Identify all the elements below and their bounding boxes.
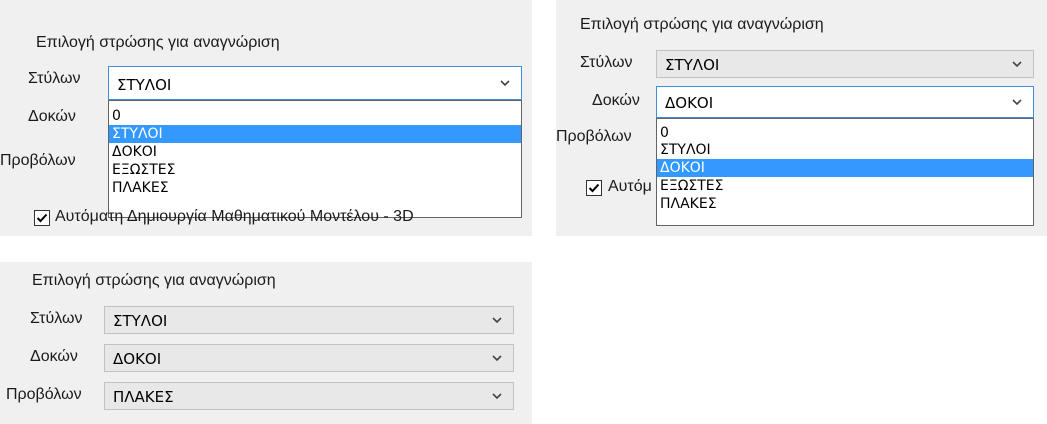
auto-model-label: Αυτόμ bbox=[608, 178, 652, 195]
chevron-down-icon[interactable] bbox=[1011, 58, 1023, 70]
auto-model-label: Αυτόματη Δημιουργία Μαθηματικού Μοντέλου… bbox=[55, 208, 414, 225]
label-columns: Στύλων bbox=[28, 70, 81, 87]
dropdown-option[interactable]: ΔΟΚΟΙ bbox=[109, 143, 521, 161]
dropdown-option-selected[interactable]: ΔΟΚΟΙ bbox=[657, 159, 1033, 177]
columns-layer-value: ΣΤΥΛΟΙ bbox=[113, 312, 168, 330]
layer-dropdown-list[interactable]: 0 ΣΤΥΛΟΙ ΔΟΚΟΙ ΕΞΩΣΤΕΣ ΠΛΑΚΕΣ bbox=[656, 118, 1034, 226]
cantilevers-layer-value: ΠΛΑΚΕΣ bbox=[113, 388, 174, 406]
dropdown-option[interactable]: ΠΛΑΚΕΣ bbox=[657, 195, 1033, 213]
chevron-down-icon[interactable] bbox=[1011, 96, 1023, 108]
layer-selection-panel-2: Επιλογή στρώσης για αναγνώριση Στύλων ΣΤ… bbox=[556, 0, 1047, 236]
label-cantilevers: Προβόλων bbox=[556, 128, 632, 145]
beams-layer-select[interactable]: ΔΟΚΟΙ bbox=[104, 344, 514, 372]
label-columns: Στύλων bbox=[30, 310, 83, 327]
dropdown-option[interactable]: 0 bbox=[109, 107, 521, 125]
panel-title: Επιλογή στρώσης για αναγνώριση bbox=[36, 34, 280, 51]
label-beams: Δοκών bbox=[592, 92, 640, 109]
chevron-down-icon[interactable] bbox=[491, 352, 503, 364]
panel-title: Επιλογή στρώσης για αναγνώριση bbox=[580, 16, 824, 33]
beams-layer-value: ΔΟΚΟΙ bbox=[113, 350, 162, 368]
layer-selection-panel-3: Επιλογή στρώσης για αναγνώριση Στύλων ΣΤ… bbox=[0, 262, 532, 424]
checkmark-icon bbox=[588, 183, 600, 193]
dropdown-option[interactable]: ΣΤΥΛΟΙ bbox=[657, 141, 1033, 159]
label-beams: Δοκών bbox=[30, 348, 78, 365]
layer-dropdown-list[interactable]: 0 ΣΤΥΛΟΙ ΔΟΚΟΙ ΕΞΩΣΤΕΣ ΠΛΑΚΕΣ bbox=[108, 100, 522, 218]
label-cantilevers: Προβόλων bbox=[6, 386, 82, 403]
auto-model-checkbox[interactable] bbox=[34, 210, 50, 226]
chevron-down-icon[interactable] bbox=[491, 390, 503, 402]
columns-layer-select[interactable]: ΣΤΥΛΟΙ bbox=[656, 50, 1034, 78]
dropdown-option[interactable]: 0 bbox=[657, 125, 1033, 141]
columns-layer-select[interactable]: ΣΤΥΛΟΙ bbox=[108, 66, 522, 100]
dropdown-option[interactable]: ΕΞΩΣΤΕΣ bbox=[657, 177, 1033, 195]
dropdown-option[interactable]: ΠΛΑΚΕΣ bbox=[109, 179, 521, 197]
panel-title: Επιλογή στρώσης για αναγνώριση bbox=[32, 272, 276, 289]
columns-layer-value: ΣΤΥΛΟΙ bbox=[665, 56, 720, 74]
layer-selection-panel-1: Επιλογή στρώσης για αναγνώριση Στύλων ΣΤ… bbox=[0, 0, 532, 236]
chevron-down-icon[interactable] bbox=[499, 77, 511, 89]
columns-layer-select[interactable]: ΣΤΥΛΟΙ bbox=[104, 306, 514, 334]
label-columns: Στύλων bbox=[580, 54, 633, 71]
label-beams: Δοκών bbox=[28, 108, 76, 125]
cantilevers-layer-select[interactable]: ΠΛΑΚΕΣ bbox=[104, 382, 514, 410]
beams-layer-select[interactable]: ΔΟΚΟΙ bbox=[656, 86, 1034, 118]
dropdown-option-selected[interactable]: ΣΤΥΛΟΙ bbox=[109, 125, 521, 143]
auto-model-checkbox[interactable] bbox=[586, 180, 602, 196]
beams-layer-value: ΔΟΚΟΙ bbox=[665, 94, 714, 112]
label-cantilevers: Προβόλων bbox=[0, 152, 76, 169]
dropdown-option[interactable]: ΕΞΩΣΤΕΣ bbox=[109, 161, 521, 179]
chevron-down-icon[interactable] bbox=[491, 314, 503, 326]
columns-layer-value: ΣΤΥΛΟΙ bbox=[117, 76, 172, 94]
checkmark-icon bbox=[36, 213, 48, 223]
